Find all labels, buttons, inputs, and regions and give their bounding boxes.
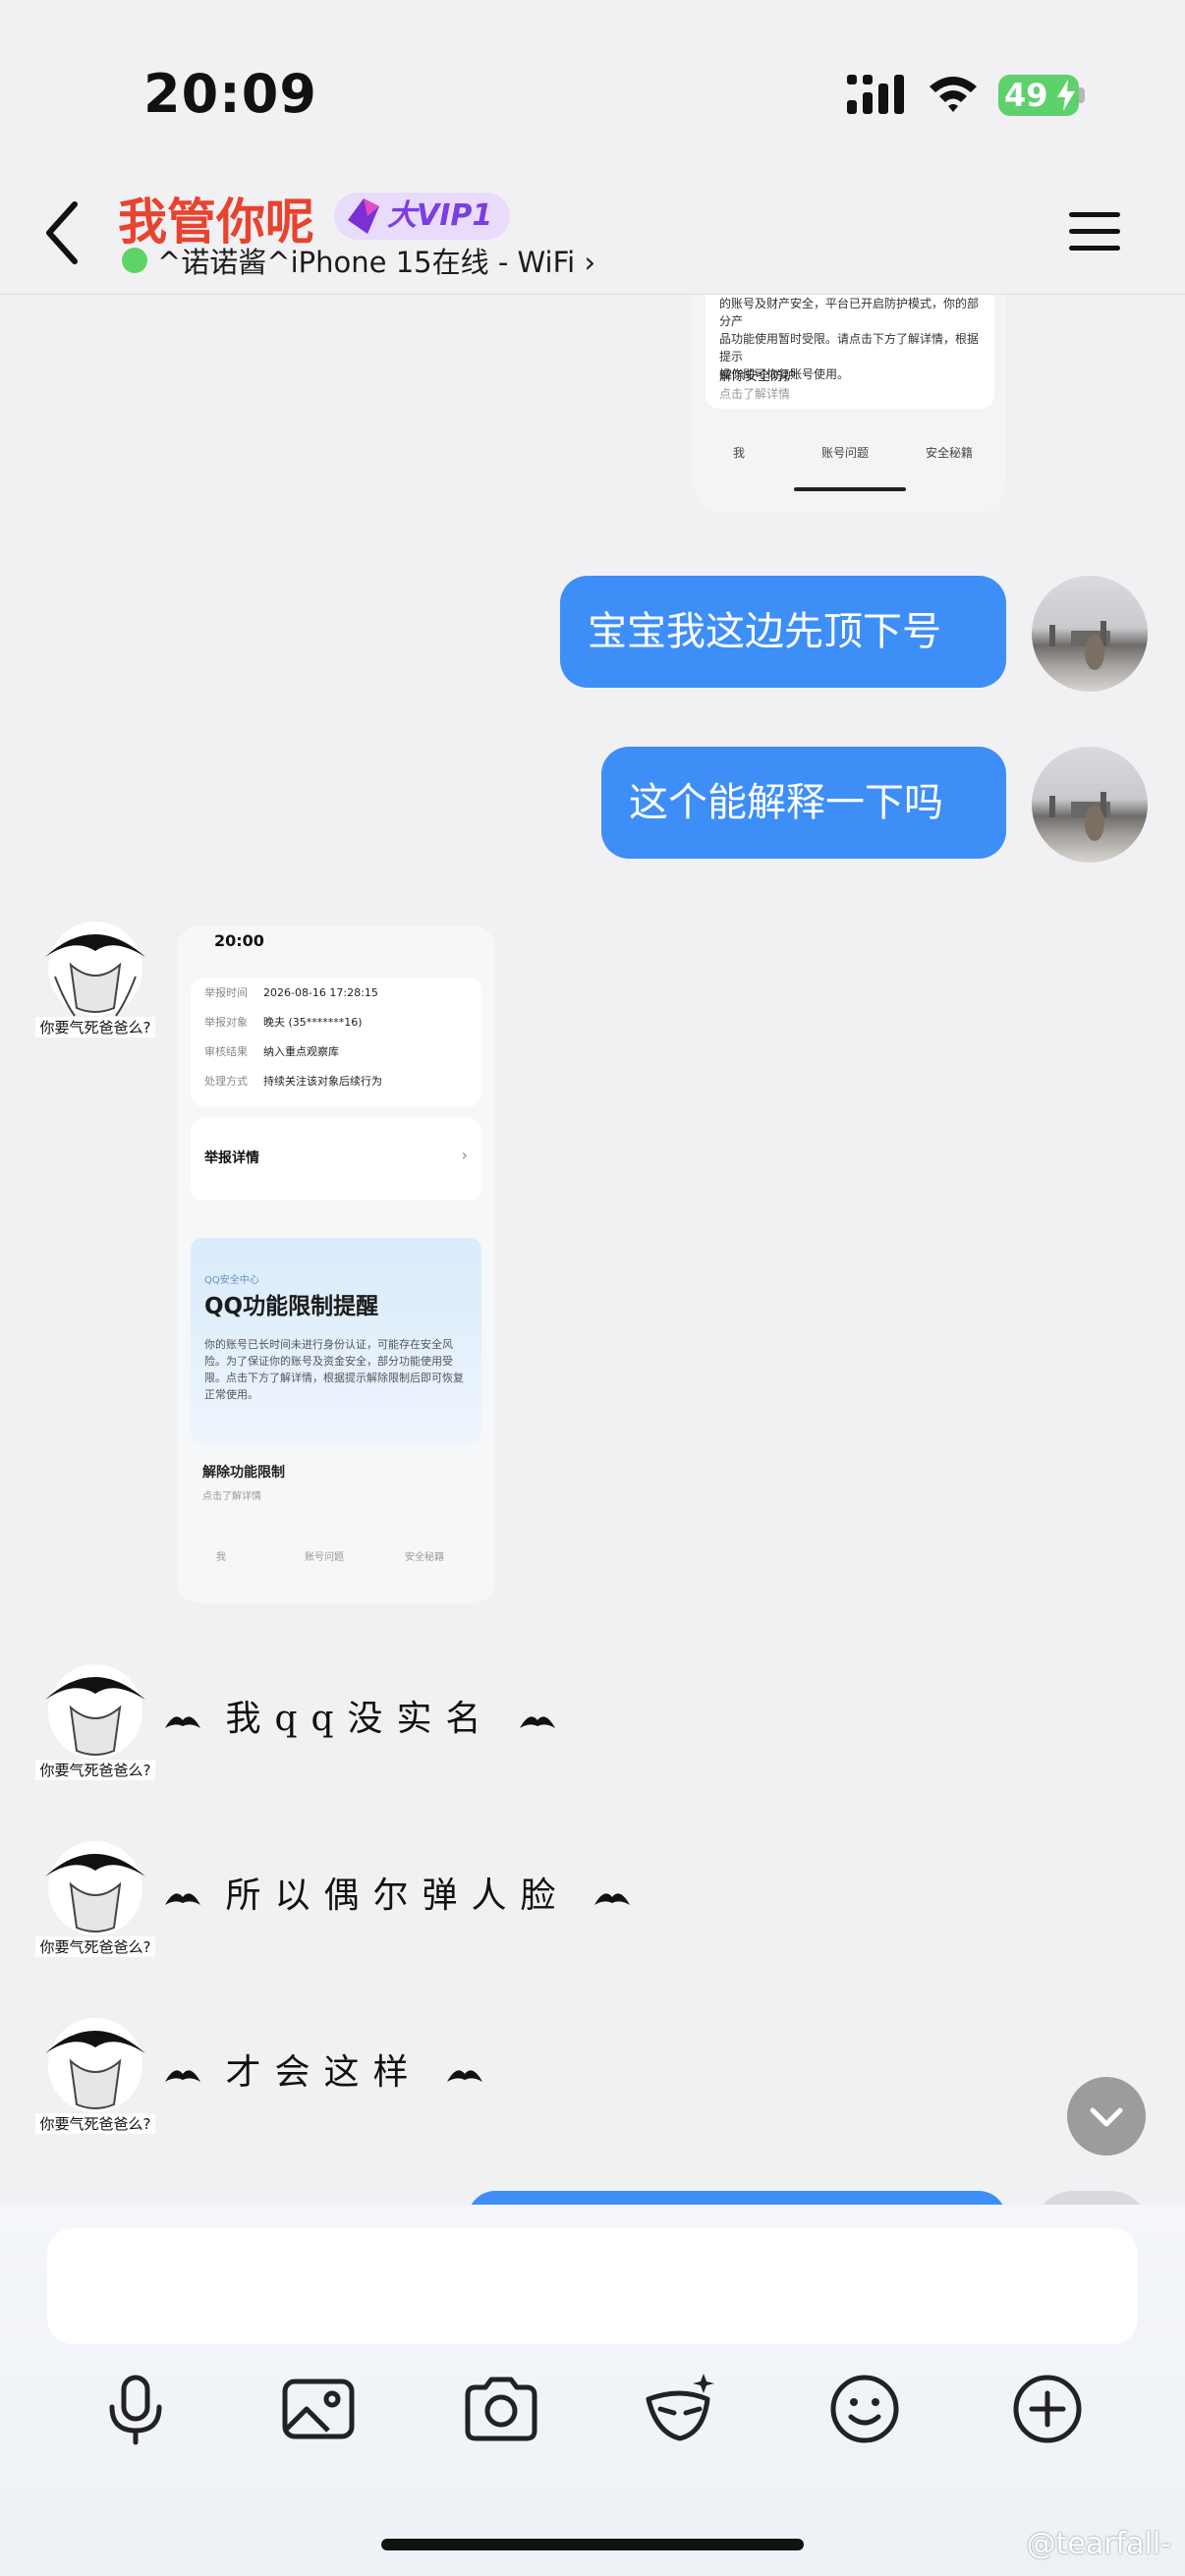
screenshot-tab: 账号问题: [305, 1552, 344, 1563]
my-avatar[interactable]: [1032, 747, 1148, 863]
watermark: @tearfall-: [1026, 2527, 1171, 2561]
report-row: 举报对象 晚夫 (35*******16): [191, 1008, 481, 1037]
friend-avatar[interactable]: 你要气死爸爸么?: [35, 1660, 155, 1780]
vip-label: 大VIP1: [387, 198, 493, 233]
battery-indicator: 49: [998, 75, 1079, 116]
outgoing-message[interactable]: 宝宝我这边先顶下号: [560, 576, 1006, 688]
report-detail-label: 举报详情: [204, 1150, 259, 1166]
outgoing-message-partial[interactable]: [468, 2191, 1006, 2205]
incoming-message[interactable]: 所以偶尔弹人脸: [165, 1857, 630, 1935]
chevron-down-icon: [1090, 2107, 1123, 2127]
avatar-caption: 你要气死爸爸么?: [35, 1017, 155, 1037]
bat-wing-icon: [593, 1893, 630, 1905]
report-row: 处理方式 持续关注该对象后续行为: [191, 1067, 481, 1096]
screenshot-tab: 安全秘籍: [926, 446, 974, 460]
restriction-title: QQ功能限制提醒: [204, 1294, 379, 1319]
online-status-dot: [122, 248, 147, 273]
home-indicator: [381, 2539, 804, 2550]
screenshot-line: 品功能使用暂时受限。请点击下方了解详情，根据提示: [719, 332, 980, 364]
bat-wing-icon: [165, 2070, 200, 2082]
avatar-image: [1049, 792, 1110, 841]
row-value: 持续关注该对象后续行为: [263, 1075, 382, 1088]
my-avatar[interactable]: [1032, 576, 1148, 692]
unlock-label: 解除功能限制: [202, 1465, 285, 1481]
friend-avatar[interactable]: 你要气死爸爸么?: [35, 1837, 155, 1957]
scroll-to-bottom-button[interactable]: [1067, 2077, 1146, 2156]
received-screenshot[interactable]: 20:00 举报时间 2026-08-16 17:28:15 举报对象 晚夫 (35…: [177, 925, 495, 1603]
screenshot-line: 的账号及财产安全，平台已开启防护模式，你的部分产: [719, 297, 980, 328]
screenshot-card: 的账号及财产安全，平台已开启防护模式，你的部分产 品功能使用暂时受限。请点击下方…: [705, 295, 994, 409]
avatar-caption: 你要气死爸爸么?: [35, 1760, 155, 1780]
report-row: 举报时间 2026-08-16 17:28:15: [191, 979, 481, 1008]
avatar-caption: 你要气死爸爸么?: [35, 1936, 155, 1957]
plus-icon[interactable]: [1008, 2370, 1087, 2448]
incoming-message[interactable]: 才会这样: [165, 2034, 482, 2112]
bat-wing-icon: [165, 1716, 200, 1728]
message-list[interactable]: 的账号及财产安全，平台已开启防护模式，你的部分产 品功能使用暂时受限。请点击下方…: [0, 295, 1185, 2205]
back-chevron-icon[interactable]: [39, 198, 85, 267]
avatar-image: [1049, 621, 1110, 670]
screenshot-tab: 我: [733, 446, 746, 460]
bat-wing-icon: [446, 2070, 482, 2082]
row-key: 举报对象: [204, 1016, 248, 1029]
status-time: 20:09: [143, 63, 317, 125]
bat-wing-icon: [165, 1893, 200, 1905]
incoming-message-text: 才会这样: [225, 2052, 423, 2093]
vip-gem-icon: [348, 198, 379, 234]
row-key: 审核结果: [204, 1045, 248, 1058]
sticker-mask-icon[interactable]: [641, 2370, 719, 2448]
row-key: 举报时间: [204, 986, 248, 999]
message-input[interactable]: [47, 2228, 1138, 2344]
row-key: 处理方式: [204, 1075, 248, 1088]
status-bar: 20:09 49: [0, 0, 1185, 177]
row-value: 晚夫 (35*******16): [263, 1016, 363, 1029]
wifi-icon: [930, 77, 977, 112]
charging-bolt-icon: [1057, 80, 1075, 111]
my-avatar-partial[interactable]: [1034, 2191, 1150, 2205]
restriction-card: QQ安全中心 QQ功能限制提醒 你的账号已长时间未进行身份认证，可能存在安全风险…: [191, 1238, 481, 1444]
screenshot-tab: 我: [216, 1552, 226, 1563]
unlock-sub: 点击了解详情: [202, 1491, 261, 1502]
outgoing-message[interactable]: 这个能解释一下吗: [601, 747, 1006, 859]
chevron-right-icon: ›: [461, 1146, 468, 1164]
menu-icon[interactable]: [1067, 208, 1122, 255]
chat-header: 我管你呢 大VIP1 ^诺诺酱^iPhone 15在线 - WiFi ›: [0, 177, 1185, 295]
friend-avatar[interactable]: 你要气死爸爸么?: [35, 2014, 155, 2134]
incoming-message-text: 我qq没实名: [225, 1699, 495, 1739]
screenshot-home-indicator: [794, 487, 906, 491]
input-area: @tearfall-: [0, 2205, 1185, 2576]
device-status[interactable]: ^诺诺酱^iPhone 15在线 - WiFi ›: [157, 240, 595, 281]
incoming-message[interactable]: 我qq没实名: [165, 1680, 555, 1759]
screenshot-tab: 安全秘籍: [405, 1552, 444, 1563]
battery-level: 49: [1004, 77, 1048, 114]
incoming-message-text: 所以偶尔弹人脸: [225, 1876, 570, 1916]
emoji-icon[interactable]: [825, 2370, 904, 2448]
report-row: 审核结果 纳入重点观察库: [191, 1037, 481, 1067]
image-icon[interactable]: [279, 2370, 358, 2448]
camera-icon[interactable]: [462, 2370, 540, 2448]
bat-wing-icon: [520, 1716, 555, 1728]
screenshot-action: 解除安全防护: [719, 369, 797, 384]
vip-badge[interactable]: 大VIP1: [334, 193, 511, 240]
sent-screenshot[interactable]: 的账号及财产安全，平台已开启防护模式，你的部分产 品功能使用暂时受限。请点击下方…: [694, 295, 1006, 513]
avatar-caption: 你要气死爸爸么?: [35, 2113, 155, 2134]
row-value: 纳入重点观察库: [263, 1045, 339, 1058]
screenshot-action-sub: 点击了解详情: [719, 387, 791, 401]
report-detail-card: 举报详情 ›: [191, 1118, 481, 1201]
screenshot-tab: 账号问题: [821, 446, 870, 460]
microphone-icon[interactable]: [96, 2370, 175, 2448]
friend-avatar[interactable]: 你要气死爸爸么?: [35, 918, 155, 1037]
report-card: 举报时间 2026-08-16 17:28:15 举报对象 晚夫 (35******…: [191, 979, 481, 1106]
screenshot-time: 20:00: [214, 931, 264, 950]
restriction-body: 你的账号已长时间未进行身份认证，可能存在安全风险。为了保证你的账号及资金安全，部…: [204, 1338, 464, 1401]
battery-tip: [1079, 87, 1085, 103]
security-center-label: QQ安全中心: [204, 1275, 259, 1286]
cellular-signal-icon: [847, 75, 904, 114]
row-value: 2026-08-16 17:28:15: [263, 986, 378, 999]
